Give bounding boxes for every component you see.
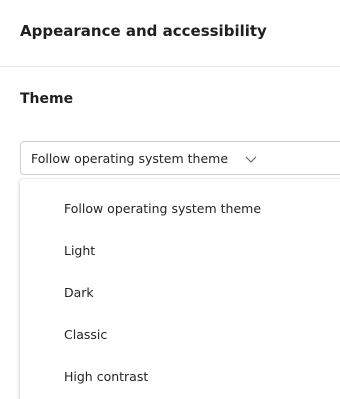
theme-options-menu: Follow operating system theme Light Dark… (20, 179, 340, 399)
divider (0, 66, 340, 67)
theme-option-follow-os[interactable]: Follow operating system theme (20, 187, 340, 229)
theme-dropdown[interactable]: Follow operating system theme (20, 141, 340, 175)
theme-option-classic[interactable]: Classic (20, 313, 340, 355)
theme-option-high-contrast[interactable]: High contrast (20, 355, 340, 397)
settings-page: Appearance and accessibility Theme Follo… (0, 0, 340, 399)
theme-option-light[interactable]: Light (20, 229, 340, 271)
chevron-down-icon (244, 151, 258, 165)
theme-selected-value: Follow operating system theme (31, 150, 229, 166)
theme-label: Theme (20, 91, 74, 107)
section-title: Appearance and accessibility (20, 22, 267, 40)
theme-option-dark[interactable]: Dark (20, 271, 340, 313)
